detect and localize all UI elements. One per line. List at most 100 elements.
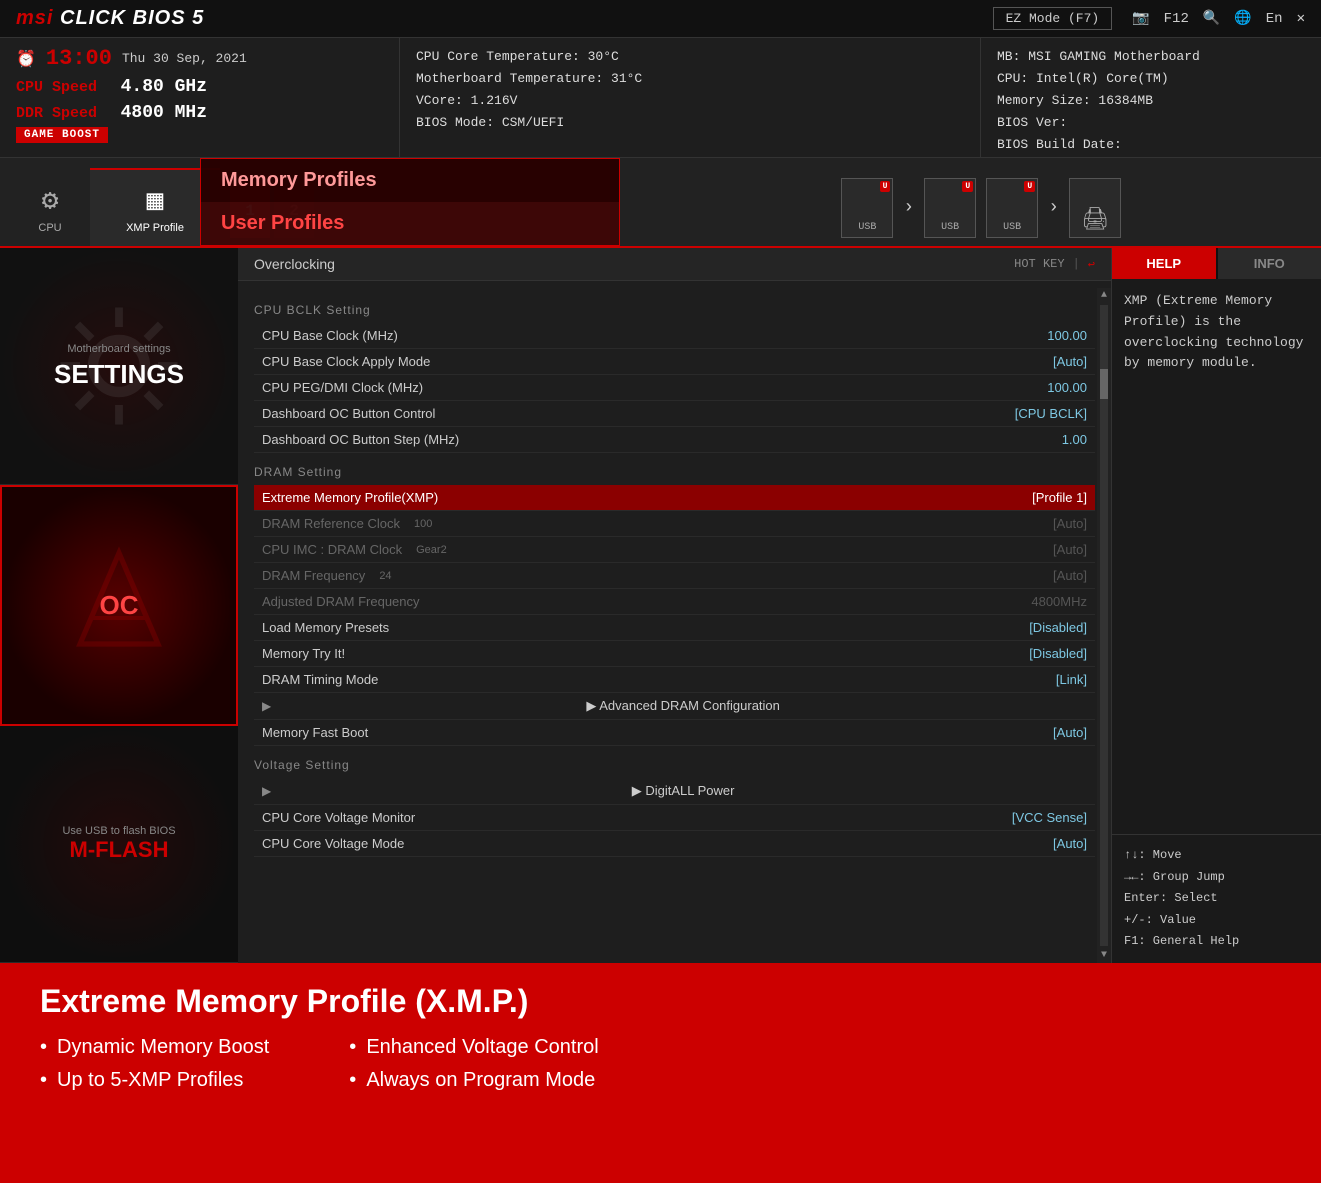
row-dram-freq[interactable]: DRAM Frequency 24 [Auto] bbox=[254, 563, 1095, 589]
ez-mode-button[interactable]: EZ Mode (F7) bbox=[993, 7, 1113, 30]
scroll-track[interactable] bbox=[1100, 305, 1108, 946]
row-dashboard-oc-step[interactable]: Dashboard OC Button Step (MHz) 1.00 bbox=[254, 427, 1095, 453]
ddr-speed-label: DDR Speed bbox=[16, 105, 111, 122]
features-left: • Dynamic Memory Boost • Up to 5-XMP Pro… bbox=[40, 1036, 269, 1092]
row-xmp-name: Extreme Memory Profile(XMP) bbox=[262, 490, 438, 505]
row-advanced-dram[interactable]: ▶ ▶ Advanced DRAM Configuration bbox=[254, 693, 1095, 720]
logo: msi CLICK BIOS 5 bbox=[16, 7, 204, 30]
bottom-section: Extreme Memory Profile (X.M.P.) • Dynami… bbox=[0, 963, 1321, 1183]
row-cpu-peg-dmi[interactable]: CPU PEG/DMI Clock (MHz) 100.00 bbox=[254, 375, 1095, 401]
tab-info[interactable]: INFO bbox=[1218, 248, 1321, 279]
bullet-4: • bbox=[349, 1069, 356, 1092]
scrollbar[interactable]: ▲ ▼ bbox=[1097, 288, 1111, 963]
search-icon[interactable]: 🔍 bbox=[1203, 10, 1220, 27]
sidebar-settings[interactable]: Motherboard settings SETTINGS bbox=[0, 248, 238, 485]
language-icon[interactable]: 🌐 bbox=[1234, 10, 1251, 27]
row-cpu-base-clock-name: CPU Base Clock (MHz) bbox=[262, 328, 398, 343]
scroll-up-arrow[interactable]: ▲ bbox=[1099, 288, 1109, 303]
bottom-title: Extreme Memory Profile (X.M.P.) bbox=[40, 983, 1281, 1020]
sidebar-mflash[interactable]: Use USB to flash BIOS M-FLASH bbox=[0, 726, 238, 963]
right-panel: HELP INFO XMP (Extreme Memory Profile) i… bbox=[1111, 248, 1321, 963]
clock-date: Thu 30 Sep, 2021 bbox=[122, 51, 247, 66]
row-adj-dram-freq-value: 4800MHz bbox=[1031, 594, 1087, 609]
usb-badge-3: U bbox=[1024, 181, 1035, 192]
scroll-thumb[interactable] bbox=[1100, 369, 1108, 399]
row-cpu-core-voltage-mode[interactable]: CPU Core Voltage Mode [Auto] bbox=[254, 831, 1095, 857]
xmp-tab-label: XMP Profile bbox=[126, 222, 184, 234]
usb-badge-2: U bbox=[962, 181, 973, 192]
tab-help[interactable]: HELP bbox=[1112, 248, 1216, 279]
cpu-speed-row: CPU Speed 4.80 GHz bbox=[16, 77, 383, 97]
arrow-right-icon-2: › bbox=[1048, 198, 1059, 218]
row-cpu-core-voltage-mon[interactable]: CPU Core Voltage Monitor [VCC Sense] bbox=[254, 805, 1095, 831]
usb-icon-4[interactable]: 🖨 bbox=[1069, 178, 1121, 238]
row-load-memory-value: [Disabled] bbox=[1029, 620, 1087, 635]
top-bar-right: EZ Mode (F7) 📷 F12 🔍 🌐 En ✕ bbox=[993, 7, 1305, 30]
game-boost-label[interactable]: GAME BOOST bbox=[16, 127, 108, 143]
bios-ver-info: BIOS Ver: bbox=[997, 112, 1305, 134]
feature-label-4: Always on Program Mode bbox=[366, 1069, 595, 1092]
advanced-dram-arrow: ▶ bbox=[262, 699, 271, 713]
usb-icon-1[interactable]: U USB bbox=[841, 178, 893, 238]
top-icons: 📷 F12 🔍 🌐 En ✕ bbox=[1132, 10, 1305, 27]
user-profiles-item[interactable]: User Profiles bbox=[201, 202, 619, 245]
scroll-down-arrow[interactable]: ▼ bbox=[1099, 948, 1109, 963]
row-dashboard-oc-control-value: [CPU BCLK] bbox=[1015, 406, 1087, 421]
screenshot-icon[interactable]: 📷 bbox=[1132, 10, 1149, 27]
usb-label-3: USB bbox=[1003, 222, 1021, 233]
tab-cpu[interactable]: ⚙ CPU bbox=[10, 168, 90, 246]
hotkey-back-button[interactable]: ↩ bbox=[1088, 257, 1095, 272]
cpu-tab-label: CPU bbox=[38, 222, 61, 234]
cpu-info: CPU: Intel(R) Core(TM) bbox=[997, 68, 1305, 90]
sidebar-oc[interactable]: OC bbox=[0, 485, 238, 725]
row-digitall-power[interactable]: ▶ ▶ DigitALL Power bbox=[254, 778, 1095, 805]
row-dram-ref-clock-name: DRAM Reference Clock 100 bbox=[262, 516, 432, 531]
right-tabs: HELP INFO bbox=[1112, 248, 1321, 279]
info-bar: ⏰ 13:00 Thu 30 Sep, 2021 CPU Speed 4.80 … bbox=[0, 38, 1321, 158]
f12-label[interactable]: F12 bbox=[1164, 11, 1189, 27]
left-sidebar: Motherboard settings SETTINGS OC Use USB… bbox=[0, 248, 238, 963]
row-load-memory[interactable]: Load Memory Presets [Disabled] bbox=[254, 615, 1095, 641]
center-header: Overclocking HOT KEY | ↩ bbox=[238, 248, 1111, 281]
row-digitall-power-name: ▶ DigitALL Power bbox=[632, 783, 735, 799]
row-dashboard-oc-control-name: Dashboard OC Button Control bbox=[262, 406, 435, 421]
ddr-speed-row: DDR Speed 4800 MHz bbox=[16, 103, 383, 123]
digitall-power-arrow: ▶ bbox=[262, 784, 271, 798]
bullet-2: • bbox=[40, 1069, 47, 1092]
hotkey-area: HOT KEY | ↩ bbox=[1014, 257, 1095, 272]
row-memory-fast-boot[interactable]: Memory Fast Boot [Auto] bbox=[254, 720, 1095, 746]
usb-icon-2[interactable]: U USB bbox=[924, 178, 976, 238]
row-cpu-base-clock-apply[interactable]: CPU Base Clock Apply Mode [Auto] bbox=[254, 349, 1095, 375]
usb-label-1: USB bbox=[858, 222, 876, 233]
row-memory-try-it[interactable]: Memory Try It! [Disabled] bbox=[254, 641, 1095, 667]
close-icon[interactable]: ✕ bbox=[1297, 10, 1305, 27]
row-cpu-base-clock-value: 100.00 bbox=[1047, 328, 1087, 343]
row-dram-timing[interactable]: DRAM Timing Mode [Link] bbox=[254, 667, 1095, 693]
row-dram-ref-clock[interactable]: DRAM Reference Clock 100 [Auto] bbox=[254, 511, 1095, 537]
feature-label-3: Enhanced Voltage Control bbox=[366, 1036, 598, 1059]
row-cpu-base-clock[interactable]: CPU Base Clock (MHz) 100.00 bbox=[254, 323, 1095, 349]
cpu-temp-text: CPU Core Temperature: 30°C bbox=[416, 46, 964, 68]
info-bar-left: ⏰ 13:00 Thu 30 Sep, 2021 CPU Speed 4.80 … bbox=[0, 38, 400, 157]
xmp-tab-icon: ▦ bbox=[147, 183, 164, 218]
oc-text: OC bbox=[100, 590, 139, 621]
usb-icon-3[interactable]: U USB bbox=[986, 178, 1038, 238]
row-cpu-imc-dram[interactable]: CPU IMC : DRAM Clock Gear2 [Auto] bbox=[254, 537, 1095, 563]
info-bar-right: MB: MSI GAMING Motherboard CPU: Intel(R)… bbox=[981, 38, 1321, 157]
row-xmp-value: [Profile 1] bbox=[1032, 490, 1087, 505]
key-hints: ↑↓: Move →←: Group Jump Enter: Select +/… bbox=[1112, 834, 1321, 963]
row-adj-dram-freq: Adjusted DRAM Frequency 4800MHz bbox=[254, 589, 1095, 615]
lang-label: En bbox=[1266, 11, 1283, 27]
memory-profiles-item[interactable]: Memory Profiles bbox=[201, 159, 619, 202]
row-advanced-dram-name: ▶ Advanced DRAM Configuration bbox=[586, 698, 780, 714]
clock-row: ⏰ 13:00 Thu 30 Sep, 2021 bbox=[16, 46, 383, 71]
row-dashboard-oc-control[interactable]: Dashboard OC Button Control [CPU BCLK] bbox=[254, 401, 1095, 427]
clock-time: 13:00 bbox=[46, 46, 112, 71]
row-dram-freq-name: DRAM Frequency 24 bbox=[262, 568, 392, 583]
nav-tabs: ⚙ CPU ▦ XMP Profile 1 2 Memory Profiles … bbox=[0, 158, 1321, 248]
ddr-speed-value: 4800 MHz bbox=[121, 103, 207, 123]
feature-label-2: Up to 5-XMP Profiles bbox=[57, 1069, 243, 1092]
cpu-speed-label: CPU Speed bbox=[16, 79, 111, 96]
vcore-text: VCore: 1.216V bbox=[416, 90, 964, 112]
row-xmp[interactable]: Extreme Memory Profile(XMP) [Profile 1] bbox=[254, 485, 1095, 511]
